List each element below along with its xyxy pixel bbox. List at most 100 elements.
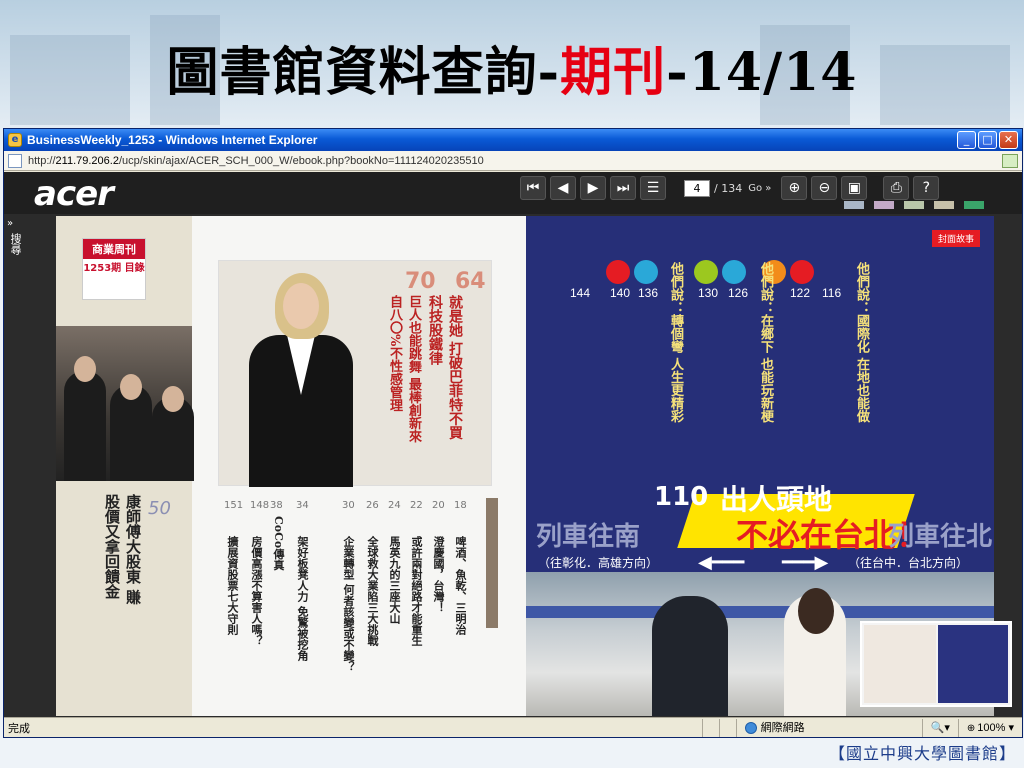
toc-title: 或許兩對絕路才能重生 <box>410 536 423 646</box>
magazine-cover-mini: 商業周刊 1253期 目錄 <box>82 238 146 300</box>
region-badge <box>694 260 718 284</box>
toc-page-number: 116 <box>822 286 842 300</box>
zoom-in-icon[interactable]: ⊕ <box>781 176 808 200</box>
banner-page-number: 110 <box>654 482 709 512</box>
banner-south: 列車往南 <box>536 522 641 552</box>
toc-title: 馬英九的三座大山 <box>388 536 401 624</box>
arrow-right-icon: ━━━▶ <box>782 552 829 573</box>
page-number-input[interactable]: 4 <box>684 179 710 197</box>
toc-page-number: 18 <box>454 500 467 511</box>
toc-title: 澄慶國，台灣！ <box>432 536 445 613</box>
section-header: 他們說：國際化 在地也能做 <box>854 262 869 423</box>
ie-icon: e <box>8 133 22 147</box>
status-cell <box>701 718 719 737</box>
search-tab-label: 搜尋 <box>9 233 22 255</box>
slide-title: 圖書館資料查詢-期刊-14/14 <box>0 30 1024 105</box>
minimize-button[interactable]: _ <box>957 131 976 149</box>
toc-title: 啤酒、魚乾、三明治 <box>454 536 467 635</box>
zoom-icon: ⊕ <box>966 722 976 734</box>
next-page-icon[interactable]: ▶ <box>580 176 606 200</box>
toc-title: CoCo傳真 <box>272 516 285 571</box>
security-zone[interactable]: 網際網路 <box>735 718 922 737</box>
feature-page-number: 50 <box>148 498 171 519</box>
toc-page-number: 38 <box>270 500 283 511</box>
color-swatch[interactable] <box>874 201 894 209</box>
arrow-left-icon: ◀━━━ <box>698 552 745 573</box>
viewer-header: acer ⏮ ◀ ▶ ⏭ ☰ 4 / 134 Go » ⊕ ⊖ ▣ ⎙ ? <box>4 172 1022 214</box>
toc-page-number: 148 <box>250 500 270 511</box>
cover-banner: 110 出人頭地 不必在台北！ 列車往南 列車往北 （往彰化．高雄方向） （往台… <box>526 472 994 573</box>
fit-icon[interactable]: ▣ <box>841 176 868 200</box>
toc-page-number: 140 <box>610 286 631 300</box>
toc-title: 擴展資股票七大守則 <box>226 536 239 635</box>
region-badge <box>790 260 814 284</box>
search-side-tab[interactable]: » 搜尋 <box>4 214 26 717</box>
region-badge <box>634 260 658 284</box>
prev-page-icon[interactable]: ◀ <box>550 176 576 200</box>
thumbnails-icon[interactable]: ☰ <box>640 176 666 200</box>
compat-view-icon[interactable] <box>1002 153 1018 168</box>
color-swatch[interactable] <box>904 201 924 209</box>
slide-title-part2: -14/14 <box>666 42 858 103</box>
page-thumbnail-navigator[interactable] <box>860 621 1012 707</box>
toc-page-number: 34 <box>296 500 309 511</box>
help-icon[interactable]: ? <box>913 176 940 200</box>
status-bar: 完成 網際網路 🔍▾ ⊕ 100% ▾ <box>4 717 1022 737</box>
protected-mode-icon[interactable]: 🔍▾ <box>921 718 958 737</box>
slide-title-highlight: 期刊 <box>560 42 667 103</box>
color-swatch[interactable] <box>964 201 984 209</box>
region-badge <box>606 260 630 284</box>
go-button[interactable]: Go » <box>748 183 771 194</box>
toc-section-bar <box>486 498 498 628</box>
toc-title: 房價高漲不算害人嗎？ <box>250 536 263 646</box>
section-header: 他們說：在鄉下 也能玩新梗 <box>758 262 773 423</box>
story-page-number: 70 <box>405 269 436 294</box>
color-swatch[interactable] <box>934 201 954 209</box>
cover-story-tab: 封面故事 <box>931 230 980 247</box>
banner-south-sub: （往彰化．高雄方向） <box>538 556 659 570</box>
toc-page-number: 22 <box>410 500 423 511</box>
page-total: / 134 <box>714 181 743 195</box>
print-icon[interactable]: ⎙ <box>883 176 910 200</box>
zoom-out-icon[interactable]: ⊖ <box>811 176 838 200</box>
browser-window: e BusinessWeekly_1253 - Windows Internet… <box>3 128 1023 738</box>
photo-businessmen <box>56 326 194 481</box>
magazine-brand: 商業周刊 <box>83 239 145 259</box>
window-titlebar[interactable]: e BusinessWeekly_1253 - Windows Internet… <box>4 129 1022 151</box>
page-icon <box>8 153 22 168</box>
address-bar[interactable]: http://211.79.206.2/ucp/skin/ajax/ACER_S… <box>4 151 1022 171</box>
toc-page-number: 151 <box>224 500 244 511</box>
toc-title: 全球救大業陷三大挑戰 <box>366 536 379 646</box>
ebook-viewer: acer ⏮ ◀ ▶ ⏭ ☰ 4 / 134 Go » ⊕ ⊖ ▣ ⎙ ? » … <box>4 172 1022 717</box>
maximize-button[interactable]: □ <box>978 131 997 149</box>
toc-page-number: 144 <box>570 286 591 300</box>
story-page-number: 64 <box>455 269 486 294</box>
zoom-level[interactable]: ⊕ 100% ▾ <box>957 718 1022 737</box>
status-cell <box>718 718 736 737</box>
last-page-icon[interactable]: ⏭ <box>610 176 636 200</box>
viewer-toolbar: ⏮ ◀ ▶ ⏭ ☰ 4 / 134 Go » ⊕ ⊖ ▣ ⎙ ? <box>520 175 943 201</box>
story-title-2: 巨人也能跳舞 最棒創新來自八〇%不性感管理 <box>387 295 421 443</box>
color-swatch[interactable] <box>844 201 864 209</box>
magazine-page-left[interactable]: 商業周刊 1253期 目錄 50 康師傅大股東 賺股價又拿回饋金 70 64 就… <box>56 216 526 716</box>
globe-icon <box>744 721 757 734</box>
footer-credit: 【國立中興大學圖書館】 <box>828 744 1016 763</box>
expand-arrows-icon[interactable]: » <box>4 214 26 233</box>
toc-page-number: 24 <box>388 500 401 511</box>
photo-woman <box>245 273 355 487</box>
acer-logo: acer <box>34 174 114 214</box>
window-title: BusinessWeekly_1253 - Windows Internet E… <box>27 133 318 147</box>
url-field[interactable]: http://211.79.206.2/ucp/skin/ajax/ACER_S… <box>28 155 1002 167</box>
toc-title: 架好板凳人力 免驚被挖角 <box>296 536 309 661</box>
toc-page-number: 136 <box>638 286 659 300</box>
feature-photo: 70 64 就是她 打破巴菲特不買科技股鐵律 巨人也能跳舞 最棒創新來自八〇%不… <box>218 260 492 487</box>
story-title-1: 就是她 打破巴菲特不買科技股鐵律 <box>427 295 463 440</box>
first-page-icon[interactable]: ⏮ <box>520 176 546 200</box>
close-button[interactable]: ✕ <box>999 131 1018 149</box>
magazine-issue: 1253期 目錄 <box>83 263 145 274</box>
toc-title: 企業轉型 何者該變或不變？ <box>342 536 355 672</box>
slide-title-part1: 圖書館資料查詢- <box>166 42 561 103</box>
feature-title: 康師傅大股東 賺股價又拿回饋金 <box>103 494 142 605</box>
toc-page-number: 26 <box>366 500 379 511</box>
banner-north-sub: （往台中．台北方向） <box>848 556 969 570</box>
